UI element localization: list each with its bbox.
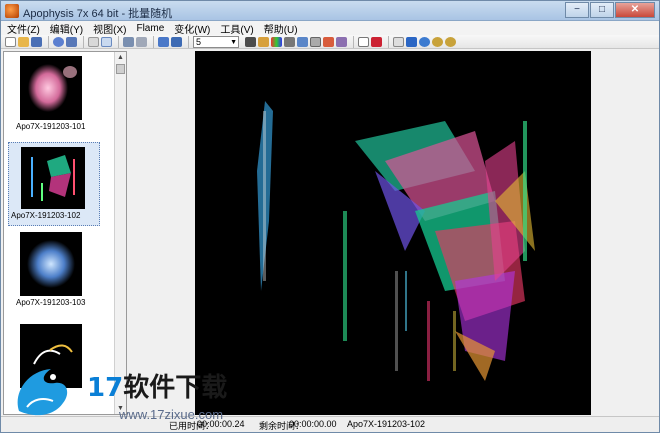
density-select[interactable]: 5 ▼: [193, 35, 239, 48]
menu-variation[interactable]: 变化(W): [174, 21, 210, 36]
thumbnail-image: [21, 147, 85, 209]
toolbar-separator: [388, 35, 389, 48]
minimize-button[interactable]: −: [565, 2, 589, 18]
window-title: Apophysis 7x 64 bit - 批量随机: [23, 8, 173, 20]
maximize-button[interactable]: □: [590, 2, 614, 18]
gradient-icon[interactable]: [271, 36, 282, 47]
thumbnail-item[interactable]: Apo7X-191203-103: [4, 232, 114, 316]
menu-file[interactable]: 文件(Z): [7, 21, 40, 36]
list-view-icon[interactable]: [88, 36, 99, 47]
toolbar-separator: [48, 35, 49, 48]
toolbar-separator: [118, 35, 119, 48]
window-controls: − □ ✕: [564, 2, 655, 20]
menu-edit[interactable]: 编辑(Y): [50, 21, 83, 36]
remaining-value: 00:00:00.00: [289, 419, 337, 429]
undo-icon[interactable]: [123, 36, 134, 47]
rotate-icon[interactable]: [419, 36, 430, 47]
toolbar-separator: [188, 35, 189, 48]
new-file-icon[interactable]: [5, 36, 16, 47]
thumbnail-label: Apo7X-191203-101: [16, 122, 86, 131]
thumbnail-panel[interactable]: Apo7X-191203-101 Apo7X-191203-102 Apo7X-…: [3, 51, 127, 415]
watermark-number: 17: [87, 373, 124, 403]
toolbar-separator: [153, 35, 154, 48]
thumbnail-image: [20, 56, 82, 120]
thumbnail-view-icon[interactable]: [101, 36, 112, 47]
mutate-icon[interactable]: [284, 36, 295, 47]
close-button[interactable]: ✕: [615, 2, 655, 18]
guides-icon[interactable]: [371, 36, 382, 47]
menu-flame[interactable]: Flame: [136, 23, 164, 34]
menu-bar: 文件(Z) 编辑(Y) 视图(X) Flame 变化(W) 工具(V) 帮助(U…: [1, 21, 659, 36]
export-icon[interactable]: [323, 36, 334, 47]
pointer-icon[interactable]: [393, 36, 404, 47]
render-icon[interactable]: [297, 36, 308, 47]
density-value: 5: [196, 36, 202, 47]
batch-icon[interactable]: [66, 36, 77, 47]
redo-icon[interactable]: [136, 36, 147, 47]
thumbnail-item-selected[interactable]: Apo7X-191203-102: [8, 142, 100, 226]
script-icon[interactable]: [310, 36, 321, 47]
thumbnail-scrollbar[interactable]: ▲ ▼: [114, 52, 126, 414]
fullscreen-icon[interactable]: [158, 36, 169, 47]
title-bar[interactable]: Apophysis 7x 64 bit - 批量随机 − □ ✕: [1, 1, 659, 21]
menu-view[interactable]: 视图(X): [93, 21, 126, 36]
flame-preview-canvas[interactable]: [195, 51, 591, 415]
editor-icon[interactable]: [245, 36, 256, 47]
scroll-thumb[interactable]: [116, 64, 125, 74]
transparency-icon[interactable]: [358, 36, 369, 47]
watermark-label: 软件下载: [123, 373, 228, 403]
app-icon: [5, 4, 19, 18]
thumbnail-label: Apo7X-191203-102: [11, 211, 81, 220]
thumbnail-image: [20, 232, 82, 296]
thumbnail-label: Apo7X-191203-103: [16, 298, 86, 307]
menu-help[interactable]: 帮助(U): [264, 21, 298, 36]
toolbar-separator: [83, 35, 84, 48]
open-folder-icon[interactable]: [18, 36, 29, 47]
save-icon[interactable]: [31, 36, 42, 47]
zoom-in-icon[interactable]: [432, 36, 443, 47]
favourites-icon[interactable]: [336, 36, 347, 47]
preview-area: [129, 51, 659, 415]
watermark-url: www.17zixue.com: [119, 407, 224, 422]
flame-name: Apo7X-191203-102: [347, 419, 426, 429]
randomize-icon[interactable]: [53, 36, 64, 47]
window-icon[interactable]: [171, 36, 182, 47]
toolbar: 5 ▼: [1, 35, 659, 49]
zoom-out-icon[interactable]: [445, 36, 456, 47]
toolbar-separator: [353, 35, 354, 48]
thumbnail-item[interactable]: Apo7X-191203-101: [4, 56, 114, 140]
watermark-text: 17软件下载: [87, 367, 227, 404]
app-window: Apophysis 7x 64 bit - 批量随机 − □ ✕ 文件(Z) 编…: [0, 0, 660, 433]
move-icon[interactable]: [406, 36, 417, 47]
menu-tools[interactable]: 工具(V): [220, 21, 253, 36]
watermark-logo: 17软件下载 www.17zixue.com: [9, 363, 259, 425]
adjust-icon[interactable]: [258, 36, 269, 47]
chevron-down-icon: ▼: [230, 38, 237, 46]
scroll-up-icon[interactable]: ▲: [115, 52, 126, 63]
dragon-logo-icon: [17, 369, 68, 416]
